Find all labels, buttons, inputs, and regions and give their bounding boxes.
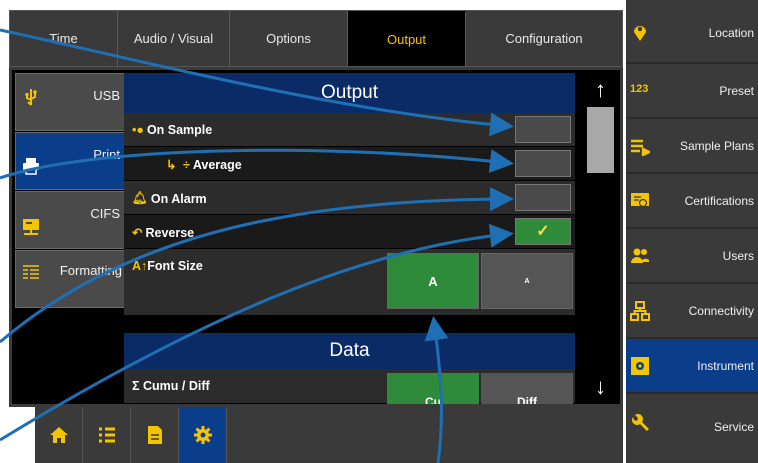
average-icon: ÷ (179, 157, 190, 172)
on-sample-checkbox[interactable] (515, 116, 571, 143)
sidebar-item-service[interactable]: Service (626, 394, 758, 449)
sidebar-label-connectivity: Connectivity (688, 304, 754, 318)
settings-gear-icon (193, 426, 212, 444)
top-tab-bar: Time Audio / Visual Options Output Confi… (9, 10, 623, 67)
tab-options[interactable]: Options (230, 11, 348, 66)
subnav-label-print: Print (93, 147, 120, 162)
sub-item-arrow-icon: ↳ (166, 158, 177, 172)
users-icon (631, 248, 649, 263)
sidebar-item-preset[interactable]: 123 Preset (626, 64, 758, 119)
reverse-label: Reverse (145, 225, 195, 240)
cumu-button[interactable]: Cu (387, 373, 479, 404)
data-section-title: Data (124, 333, 575, 369)
on-alarm-row: 🔔︎ On Alarm (124, 181, 575, 215)
cumu-diff-row: Σ Cumu / Diff Cu Diff (124, 369, 575, 404)
document-button[interactable] (131, 407, 179, 463)
home-button[interactable] (35, 407, 83, 463)
on-alarm-checkbox[interactable] (515, 184, 571, 211)
screen: Time Audio / Visual Options Output Confi… (0, 0, 758, 463)
home-icon (49, 427, 68, 443)
font-size-label: Font Size (147, 259, 203, 273)
section-spacer (124, 315, 575, 333)
sidebar-item-location[interactable]: Location (626, 0, 758, 64)
tab-time[interactable]: Time (10, 11, 118, 66)
tab-output[interactable]: Output (348, 11, 466, 66)
sidebar-label-users: Users (722, 249, 754, 263)
scroll-thumb[interactable] (587, 107, 614, 173)
scroll-up-arrow-icon[interactable]: ↑ (581, 75, 620, 105)
subnav-item-usb[interactable]: USB (15, 73, 125, 131)
scroll-down-arrow-icon[interactable]: ↓ (581, 372, 620, 402)
usb-icon (25, 89, 37, 106)
network-icon (630, 301, 650, 321)
reverse-icon: ↶ (132, 226, 143, 240)
sidebar-item-users[interactable]: Users (626, 229, 758, 284)
on-sample-label: On Sample (146, 123, 213, 137)
bottom-toolbar (35, 407, 623, 463)
list-icon (98, 427, 115, 443)
settings-button[interactable] (179, 407, 227, 463)
sidebar-label-instrument: Instrument (697, 359, 754, 373)
reverse-checkbox[interactable]: ✓ (515, 218, 571, 245)
sidebar-label-location: Location (708, 26, 754, 40)
subnav-item-cifs[interactable]: CIFS (15, 191, 125, 249)
output-settings-content: Output •● On Sample ↳ ÷ Average 🔔︎ On Alarm… (124, 73, 575, 404)
font-size-large-button[interactable]: A (387, 253, 479, 309)
sidebar-label-preset: Preset (719, 84, 754, 98)
instrument-icon (631, 357, 649, 375)
output-subnav: USB Print CIFS Formatting (15, 73, 125, 309)
on-alarm-label: On Alarm (150, 191, 207, 206)
tab-configuration[interactable]: Configuration (466, 11, 622, 66)
document-icon (147, 426, 162, 444)
preset-123-icon: 123 (630, 83, 649, 95)
tab-audio-visual[interactable]: Audio / Visual (118, 11, 230, 66)
content-scrollbar[interactable]: ↑ ↓ (581, 73, 620, 404)
cumu-diff-label: Cumu / Diff (143, 379, 210, 393)
reverse-row: ↶ Reverse ✓ (124, 215, 575, 249)
location-pin-icon (634, 26, 646, 41)
subnav-label-cifs: CIFS (90, 206, 120, 221)
main-panel: USB Print CIFS Formatting Output •● On S… (9, 67, 623, 407)
network-drive-icon (23, 219, 39, 235)
sidebar-item-sample-plans[interactable]: Sample Plans (626, 119, 758, 174)
certificate-icon (631, 193, 649, 208)
sample-icon: •● (132, 123, 144, 137)
average-row: ↳ ÷ Average (124, 147, 575, 181)
font-size-row: A↑Font Size A A (124, 249, 575, 315)
output-section-title: Output (124, 73, 575, 113)
sidebar-label-sample-plans: Sample Plans (679, 139, 754, 153)
list-format-icon (23, 265, 39, 279)
sidebar-item-certifications[interactable]: Certifications (626, 174, 758, 229)
font-size-small-button[interactable]: A (481, 253, 573, 309)
sigma-icon: Σ (132, 379, 140, 393)
alarm-bell-icon: 🔔︎ (132, 191, 148, 205)
subnav-label-usb: USB (93, 88, 120, 103)
average-label: Average (192, 157, 242, 172)
sidebar-label-service: Service (713, 420, 754, 434)
list-button[interactable] (83, 407, 131, 463)
sidebar-item-connectivity[interactable]: Connectivity (626, 284, 758, 339)
subnav-label-formatting: Formatting (59, 263, 122, 278)
font-size-icon: A↑ (132, 259, 148, 273)
subnav-item-formatting[interactable]: Formatting (15, 250, 125, 308)
sidebar-label-certifications: Certifications (684, 194, 754, 208)
sample-plans-icon (631, 139, 650, 156)
on-sample-row: •● On Sample (124, 113, 575, 147)
average-checkbox[interactable] (515, 150, 571, 177)
wrench-icon (632, 414, 649, 431)
right-sidebar: Location 123 Preset Sample Plans Certifi… (626, 0, 758, 463)
diff-button[interactable]: Diff (481, 373, 573, 404)
sidebar-item-instrument[interactable]: Instrument (626, 339, 758, 394)
printer-icon (23, 158, 39, 175)
subnav-item-print[interactable]: Print (15, 132, 125, 190)
